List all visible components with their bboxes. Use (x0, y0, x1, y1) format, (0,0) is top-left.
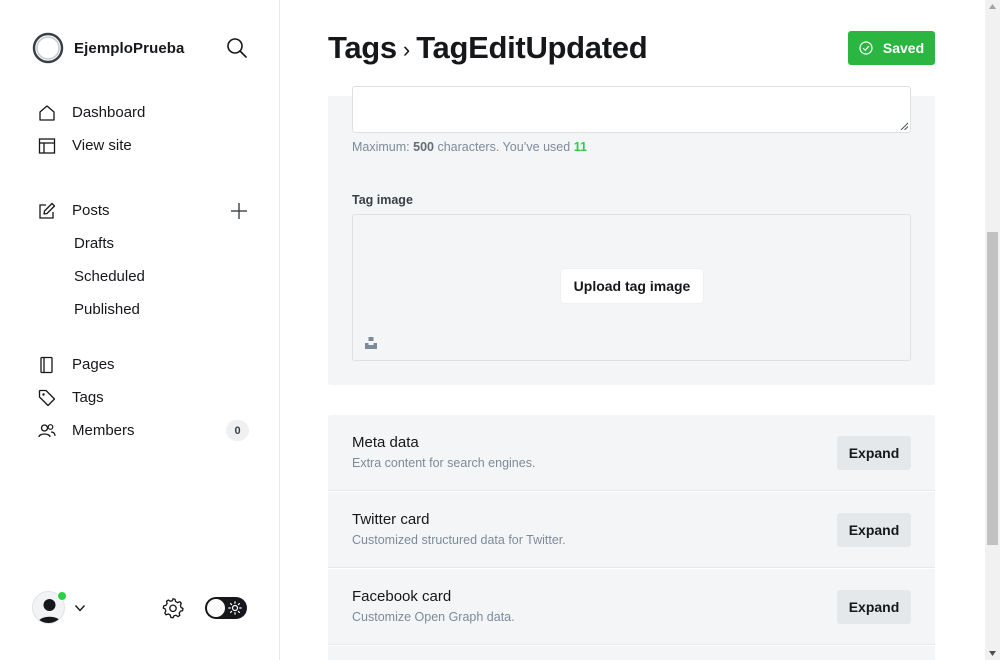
section-title: Twitter card (352, 511, 430, 528)
section-description: Extra content for search engines. (352, 456, 536, 470)
sidebar-item-label: Published (74, 301, 140, 318)
sidebar: EjemploPrueba Dashboard View site Posts … (0, 0, 280, 660)
brand[interactable]: EjemploPrueba (32, 32, 185, 64)
sidebar-item-tags[interactable]: Tags (38, 381, 135, 414)
check-circle-icon (859, 41, 873, 55)
character-count: Maximum: 500 characters. You’ve used 11 (352, 140, 587, 154)
section-title: Meta data (352, 434, 419, 451)
char-count-prefix: Maximum: (352, 140, 410, 154)
brand-logo-icon (32, 32, 64, 64)
tag-image-label: Tag image (352, 193, 413, 207)
sidebar-item-view-site[interactable]: View site (38, 129, 145, 162)
char-count-used: 11 (573, 140, 587, 154)
members-count-badge: 0 (226, 420, 249, 441)
sidebar-footer (32, 591, 248, 625)
section-description: Customized structured data for Twitter. (352, 533, 566, 547)
scrollbar-thumb[interactable] (987, 232, 998, 545)
expand-twitter-card-button[interactable]: Expand (837, 513, 911, 547)
char-count-middle: characters. You’ve used (437, 140, 571, 154)
scroll-down-arrow-icon[interactable] (989, 651, 996, 656)
sidebar-item-label: Dashboard (72, 104, 146, 121)
secondary-nav: Pages Tags Members (38, 348, 135, 447)
breadcrumb-tags-link[interactable]: Tags (328, 30, 397, 66)
page-scrollbar[interactable] (985, 0, 1000, 660)
page-title: TagEditUpdated (416, 30, 648, 65)
posts-nav: Posts Drafts Scheduled Published (38, 194, 145, 326)
sidebar-item-label: Drafts (74, 235, 115, 252)
members-icon (38, 423, 56, 437)
breadcrumb-separator: › (402, 37, 411, 62)
expand-meta-data-button[interactable]: Expand (837, 436, 911, 470)
description-textarea[interactable] (352, 86, 911, 133)
facebook-card-section: Facebook card Customize Open Graph data.… (328, 569, 935, 645)
sidebar-item-pages[interactable]: Pages (38, 348, 135, 381)
search-icon[interactable] (226, 37, 248, 59)
sidebar-item-label: View site (72, 137, 132, 154)
brand-name: EjemploPrueba (74, 39, 185, 57)
section-description: Customize Open Graph data. (352, 610, 515, 624)
scroll-up-arrow-icon[interactable] (989, 4, 996, 9)
sidebar-item-label: Tags (72, 389, 104, 406)
twitter-card-section: Twitter card Customized structured data … (328, 492, 935, 568)
upload-tag-image-button[interactable]: Upload tag image (561, 269, 703, 303)
section-title: Facebook card (352, 588, 452, 605)
sidebar-item-dashboard[interactable]: Dashboard (38, 96, 145, 129)
resize-handle-icon[interactable] (900, 122, 908, 130)
unsplash-icon[interactable] (364, 336, 378, 350)
sidebar-item-posts[interactable]: Posts (38, 194, 145, 227)
main-content: Tags › TagEditUpdated Saved Maximum: 500… (280, 0, 985, 660)
sidebar-item-label: Scheduled (74, 268, 145, 285)
page-icon (40, 356, 53, 373)
sun-icon (228, 601, 242, 615)
expand-facebook-card-button[interactable]: Expand (837, 590, 911, 624)
meta-data-section: Meta data Extra content for search engin… (328, 415, 935, 491)
next-section-partial (328, 646, 935, 660)
pencil-square-icon (39, 202, 56, 219)
sidebar-item-label: Posts (72, 202, 110, 219)
save-button[interactable]: Saved (848, 31, 935, 65)
sidebar-item-label: Pages (72, 356, 115, 373)
chevron-down-icon[interactable] (74, 602, 86, 614)
toggle-knob (207, 599, 225, 617)
sidebar-item-published[interactable]: Published (38, 293, 145, 326)
layout-icon (38, 137, 56, 154)
breadcrumb: Tags › TagEditUpdated (328, 30, 648, 66)
tag-settings-panel: Maximum: 500 characters. You’ve used 11 … (328, 86, 935, 385)
char-count-max: 500 (413, 140, 434, 154)
sidebar-item-drafts[interactable]: Drafts (38, 227, 145, 260)
save-button-label: Saved (882, 40, 925, 56)
sidebar-item-scheduled[interactable]: Scheduled (38, 260, 145, 293)
gear-icon[interactable] (162, 597, 184, 619)
app-window: EjemploPrueba Dashboard View site Posts … (0, 0, 1000, 660)
tag-image-dropzone[interactable]: Upload tag image (352, 214, 911, 361)
sidebar-item-members[interactable]: Members (38, 414, 135, 447)
tag-icon (38, 389, 56, 406)
online-status-dot (57, 591, 67, 601)
sidebar-item-label: Members (72, 422, 135, 439)
theme-toggle[interactable] (205, 597, 247, 619)
primary-nav: Dashboard View site (38, 96, 145, 162)
add-post-icon[interactable] (229, 201, 249, 221)
home-icon (39, 104, 55, 121)
